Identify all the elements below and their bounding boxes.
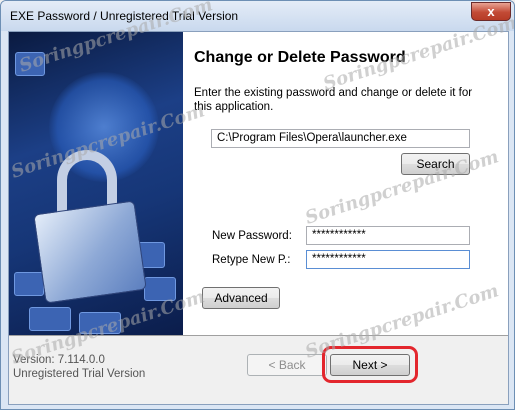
version-text: Version: 7.114.0.0 <box>13 354 105 366</box>
search-button[interactable]: Search <box>401 153 470 175</box>
advanced-button[interactable]: Advanced <box>202 287 280 309</box>
title-bar: EXE Password / Unregistered Trial Versio… <box>1 1 514 31</box>
exe-path-field[interactable]: C:\Program Files\Opera\launcher.exe <box>211 129 470 148</box>
back-button[interactable]: < Back <box>247 354 327 376</box>
footer-divider <box>9 335 508 336</box>
app-window: EXE Password / Unregistered Trial Versio… <box>0 0 515 410</box>
license-status-text: Unregistered Trial Version <box>13 368 146 380</box>
page-title: Change or Delete Password <box>194 49 406 66</box>
wizard-client-area: Change or Delete Password Enter the exis… <box>8 31 509 405</box>
close-icon: x <box>487 4 495 19</box>
close-button[interactable]: x <box>471 2 511 21</box>
window-title: EXE Password / Unregistered Trial Versio… <box>10 9 239 23</box>
content-panel: Change or Delete Password Enter the exis… <box>183 32 508 335</box>
padlock-illustration <box>9 32 183 335</box>
instructions-text: Enter the existing password and change o… <box>194 87 473 113</box>
padlock-icon <box>33 200 147 304</box>
new-password-field[interactable]: ************ <box>306 226 470 245</box>
next-button-highlight <box>322 346 418 383</box>
new-password-label: New Password: <box>212 230 292 242</box>
retype-password-field[interactable]: ************ <box>306 250 470 269</box>
retype-password-label: Retype New P.: <box>212 254 291 266</box>
